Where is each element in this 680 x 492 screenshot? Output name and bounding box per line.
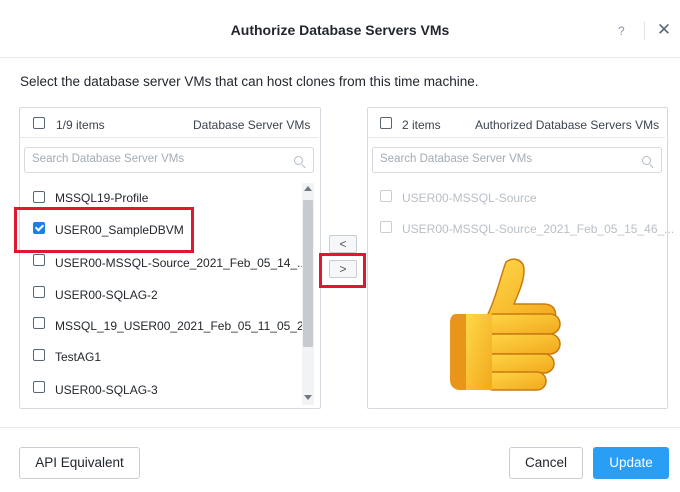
- left-search-box[interactable]: [24, 147, 314, 173]
- move-left-button[interactable]: <: [329, 235, 357, 253]
- left-search-input[interactable]: [32, 153, 282, 165]
- move-button-highlight: [319, 253, 366, 288]
- item-checkbox-user00-sqlag-2[interactable]: [33, 286, 45, 298]
- right-panel-title: Authorized Database Servers VMs: [475, 118, 660, 132]
- authorized-list-item-label: USER00-MSSQL-Source: [402, 191, 537, 205]
- item-checkbox-user00-mssql-source[interactable]: [33, 254, 45, 266]
- item-checkbox-user00-sqlag-3[interactable]: [33, 381, 45, 393]
- dialog-title: Authorize Database Servers VMs: [230, 22, 450, 38]
- scrollbar-thumb[interactable]: [303, 200, 313, 347]
- right-count-label: 2 items: [402, 118, 441, 132]
- left-count-label: 1/9 items: [56, 118, 105, 132]
- cancel-button[interactable]: Cancel: [509, 447, 583, 479]
- footer-separator: [0, 427, 680, 428]
- help-icon[interactable]: ?: [618, 24, 625, 38]
- item-checkbox-mssql-19-user00[interactable]: [33, 317, 45, 329]
- right-search-input[interactable]: [380, 153, 630, 165]
- update-button[interactable]: Update: [593, 447, 669, 479]
- list-item-label[interactable]: USER00-SQLAG-3: [55, 383, 158, 397]
- authorized-list-item-label: USER00-MSSQL-Source_2021_Feb_05_15_46_..…: [402, 222, 675, 236]
- list-item-label[interactable]: MSSQL_19_USER00_2021_Feb_05_11_05_22: [55, 319, 310, 333]
- search-icon: [642, 156, 651, 165]
- authorized-item-checkbox: [380, 190, 392, 202]
- selected-item-highlight: [14, 207, 194, 253]
- right-select-all-checkbox[interactable]: [380, 117, 392, 129]
- instruction-text: Select the database server VMs that can …: [20, 74, 479, 89]
- header-divider: [644, 22, 645, 40]
- scroll-up-icon[interactable]: [304, 186, 312, 191]
- list-item-label[interactable]: USER00-SQLAG-2: [55, 288, 158, 302]
- right-search-box[interactable]: [372, 147, 662, 173]
- list-item-label[interactable]: MSSQL19-Profile: [55, 191, 148, 205]
- left-select-all-checkbox[interactable]: [33, 117, 45, 129]
- search-icon: [294, 156, 303, 165]
- left-panel-title: Database Server VMs: [193, 118, 311, 132]
- api-equivalent-button[interactable]: API Equivalent: [19, 447, 140, 479]
- close-icon[interactable]: ✕: [656, 20, 672, 40]
- list-item-label[interactable]: USER00-MSSQL-Source_2021_Feb_05_14_...: [55, 256, 307, 270]
- right-panel-divider: [368, 137, 665, 138]
- left-panel-divider: [20, 137, 318, 138]
- header-separator: [0, 57, 680, 58]
- item-checkbox-mssql19-profile[interactable]: [33, 191, 45, 203]
- thumbs-up-icon: [450, 258, 561, 391]
- scroll-down-icon[interactable]: [304, 395, 312, 400]
- list-item-label[interactable]: TestAG1: [55, 350, 101, 364]
- authorized-item-checkbox: [380, 221, 392, 233]
- item-checkbox-testag1[interactable]: [33, 349, 45, 361]
